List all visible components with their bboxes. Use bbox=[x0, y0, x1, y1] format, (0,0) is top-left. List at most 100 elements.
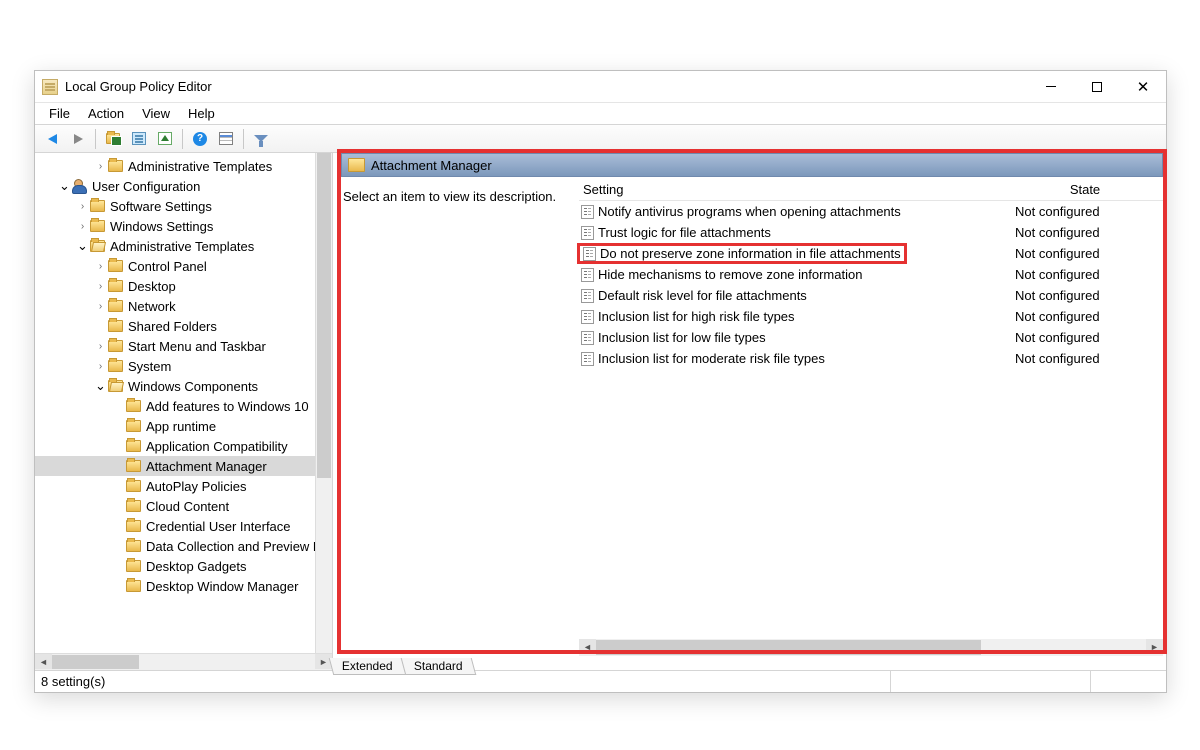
setting-label: Hide mechanisms to remove zone informati… bbox=[598, 267, 1011, 282]
panel-header: Attachment Manager bbox=[341, 153, 1163, 177]
folder-icon bbox=[90, 220, 105, 232]
filter-button[interactable] bbox=[249, 128, 273, 150]
setting-row[interactable]: Inclusion list for low file typesNot con… bbox=[579, 327, 1163, 348]
show-tree-button[interactable] bbox=[127, 128, 151, 150]
tree-item[interactable]: ›Desktop Window Manager bbox=[35, 576, 332, 596]
chevron-right-icon[interactable]: › bbox=[77, 201, 88, 212]
tree-item-label: Desktop Gadgets bbox=[146, 559, 246, 574]
folder-icon bbox=[126, 400, 141, 412]
toolbar-separator bbox=[182, 129, 183, 149]
setting-label: Default risk level for file attachments bbox=[598, 288, 1011, 303]
scroll-right-button[interactable]: ► bbox=[1146, 639, 1163, 654]
folder-open-icon bbox=[108, 380, 123, 392]
setting-row[interactable]: Default risk level for file attachmentsN… bbox=[579, 285, 1163, 306]
chevron-right-icon[interactable]: › bbox=[95, 341, 106, 352]
folder-icon bbox=[126, 480, 141, 492]
chevron-right-icon[interactable]: › bbox=[95, 261, 106, 272]
chevron-down-icon[interactable]: ⌄ bbox=[95, 382, 106, 390]
folder-up-icon bbox=[106, 133, 120, 144]
annotation-highlight: Do not preserve zone information in file… bbox=[577, 243, 907, 264]
maximize-button[interactable] bbox=[1074, 71, 1120, 103]
chevron-right-icon[interactable]: › bbox=[77, 221, 88, 232]
tree-item[interactable]: ›Administrative Templates bbox=[35, 156, 332, 176]
setting-row[interactable]: Do not preserve zone information in file… bbox=[579, 243, 1163, 264]
close-button[interactable]: ✕ bbox=[1120, 71, 1166, 103]
back-button[interactable] bbox=[40, 128, 64, 150]
properties-button[interactable] bbox=[214, 128, 238, 150]
up-folder-button[interactable] bbox=[101, 128, 125, 150]
tree-item[interactable]: › System bbox=[35, 356, 332, 376]
tree-item[interactable]: ›Start Menu and Taskbar bbox=[35, 336, 332, 356]
tree-item-label: Desktop Window Manager bbox=[146, 579, 298, 594]
setting-label: Notify antivirus programs when opening a… bbox=[598, 204, 1011, 219]
folder-icon bbox=[108, 160, 123, 172]
menu-action[interactable]: Action bbox=[80, 105, 132, 122]
tree-item-label: Shared Folders bbox=[128, 319, 217, 334]
menu-file[interactable]: File bbox=[41, 105, 78, 122]
forward-button[interactable] bbox=[66, 128, 90, 150]
toolbar: ? bbox=[35, 125, 1166, 153]
column-state[interactable]: State bbox=[1011, 182, 1163, 197]
description-area: Select an item to view its description. bbox=[341, 181, 576, 204]
tree-item[interactable]: ›Control Panel bbox=[35, 256, 332, 276]
setting-row[interactable]: Inclusion list for moderate risk file ty… bbox=[579, 348, 1163, 369]
menu-view[interactable]: View bbox=[134, 105, 178, 122]
tree-item[interactable]: ›Desktop Gadgets bbox=[35, 556, 332, 576]
tree-item[interactable]: › Software Settings bbox=[35, 196, 332, 216]
user-icon bbox=[72, 179, 87, 194]
tree-item[interactable]: ›Add features to Windows 10 bbox=[35, 396, 332, 416]
menu-bar: File Action View Help bbox=[35, 103, 1166, 125]
setting-state: Not configured bbox=[1011, 288, 1163, 303]
tab-standard[interactable]: Standard bbox=[400, 658, 475, 675]
scroll-left-button[interactable]: ◄ bbox=[35, 654, 52, 669]
help-button[interactable]: ? bbox=[188, 128, 212, 150]
list-horizontal-scrollbar[interactable]: ◄ ► bbox=[579, 639, 1163, 656]
tree-item[interactable]: ›AutoPlay Policies bbox=[35, 476, 332, 496]
setting-row[interactable]: Notify antivirus programs when opening a… bbox=[579, 201, 1163, 222]
column-setting[interactable]: Setting bbox=[579, 182, 1011, 197]
tree-horizontal-scrollbar[interactable]: ◄ ► bbox=[35, 653, 332, 670]
chevron-right-icon[interactable]: › bbox=[95, 301, 106, 312]
tree-item[interactable]: ›Cloud Content bbox=[35, 496, 332, 516]
chevron-down-icon[interactable]: ⌄ bbox=[59, 182, 70, 190]
setting-icon bbox=[581, 226, 594, 240]
chevron-right-icon[interactable]: › bbox=[95, 281, 106, 292]
tree-item-label: Software Settings bbox=[110, 199, 212, 214]
scroll-left-button[interactable]: ◄ bbox=[579, 639, 596, 654]
tree-item[interactable]: ⌄User Configuration bbox=[35, 176, 332, 196]
tree-item[interactable]: ⌄Administrative Templates bbox=[35, 236, 332, 256]
setting-label: Inclusion list for moderate risk file ty… bbox=[598, 351, 1011, 366]
chevron-right-icon[interactable]: › bbox=[95, 361, 106, 372]
tree-item[interactable]: ›App runtime bbox=[35, 416, 332, 436]
tree-item[interactable]: ⌄Windows Components bbox=[35, 376, 332, 396]
tree-item-label: System bbox=[128, 359, 171, 374]
properties-icon bbox=[219, 132, 233, 145]
tree-item[interactable]: ›Network bbox=[35, 296, 332, 316]
menu-help[interactable]: Help bbox=[180, 105, 223, 122]
toolbar-separator bbox=[95, 129, 96, 149]
setting-label: Inclusion list for low file types bbox=[598, 330, 1011, 345]
setting-row[interactable]: Inclusion list for high risk file typesN… bbox=[579, 306, 1163, 327]
tree-icon bbox=[132, 132, 146, 145]
setting-row[interactable]: Hide mechanisms to remove zone informati… bbox=[579, 264, 1163, 285]
tree-item[interactable]: ›Data Collection and Preview B bbox=[35, 536, 332, 556]
tree-item[interactable]: ›Attachment Manager bbox=[35, 456, 332, 476]
setting-icon bbox=[581, 268, 594, 282]
tab-extended[interactable]: Extended bbox=[329, 658, 406, 675]
export-button[interactable] bbox=[153, 128, 177, 150]
filter-icon bbox=[254, 135, 268, 142]
chevron-down-icon[interactable]: ⌄ bbox=[77, 242, 88, 250]
tree-item[interactable]: ›Desktop bbox=[35, 276, 332, 296]
tree-item[interactable]: ›Credential User Interface bbox=[35, 516, 332, 536]
tree-item[interactable]: ›Windows Settings bbox=[35, 216, 332, 236]
folder-icon bbox=[126, 500, 141, 512]
tree-item[interactable]: ›Application Compatibility bbox=[35, 436, 332, 456]
minimize-button[interactable] bbox=[1028, 71, 1074, 103]
folder-icon bbox=[108, 300, 123, 312]
tree-item[interactable]: ›Shared Folders bbox=[35, 316, 332, 336]
chevron-right-icon[interactable]: › bbox=[95, 161, 106, 172]
tree-vertical-scrollbar[interactable] bbox=[315, 153, 332, 653]
setting-row[interactable]: Trust logic for file attachmentsNot conf… bbox=[579, 222, 1163, 243]
tree-scroll[interactable]: ›Administrative Templates⌄User Configura… bbox=[35, 153, 332, 653]
app-window: Local Group Policy Editor ✕ File Action … bbox=[34, 70, 1167, 693]
